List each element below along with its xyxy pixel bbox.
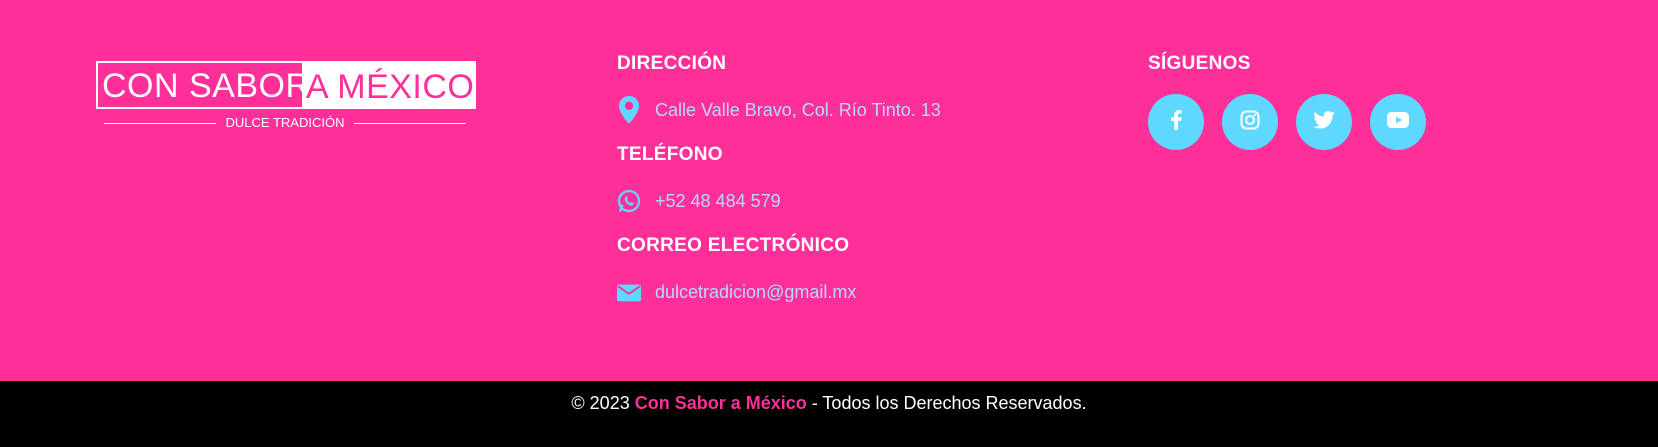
- copyright-prefix: © 2023: [571, 393, 635, 413]
- instagram-button[interactable]: [1222, 94, 1278, 150]
- logo-divider-right: [354, 123, 466, 124]
- phone-row[interactable]: +52 48 484 579: [617, 181, 1097, 221]
- social-links: [1148, 94, 1468, 150]
- footer-bottom-bar: © 2023 Con Sabor a México - Todos los De…: [0, 381, 1658, 447]
- email-row[interactable]: dulcetradicion@gmail.mx: [617, 272, 1097, 312]
- phone-link[interactable]: +52 48 484 579: [655, 190, 781, 212]
- email-heading: CORREO ELECTRÓNICO: [617, 235, 850, 256]
- twitter-icon: [1313, 110, 1335, 134]
- whatsapp-icon: [617, 187, 641, 215]
- youtube-icon: [1387, 111, 1409, 133]
- site-logo[interactable]: CON SABOR A MÉXICO DULCE TRADICIÓN: [96, 61, 478, 135]
- address-heading: DIRECCIÓN: [617, 53, 727, 74]
- copyright-text: © 2023 Con Sabor a México - Todos los De…: [571, 392, 1086, 414]
- phone-heading: TELÉFONO: [617, 144, 723, 165]
- copyright-brand-link[interactable]: Con Sabor a México: [635, 393, 807, 413]
- map-marker-icon: [617, 96, 641, 124]
- logo-word-filled: A MÉXICO: [302, 61, 476, 109]
- copyright-suffix: - Todos los Derechos Reservados.: [806, 393, 1087, 413]
- address-text: Calle Valle Bravo, Col. Río Tinto. 13: [655, 100, 941, 120]
- contact-column: DIRECCIÓN Calle Valle Bravo, Col. Río Ti…: [617, 52, 1097, 312]
- twitter-button[interactable]: [1296, 94, 1352, 150]
- facebook-button[interactable]: [1148, 94, 1204, 150]
- envelope-icon: [617, 278, 641, 306]
- address-row: Calle Valle Bravo, Col. Río Tinto. 13: [617, 90, 1097, 130]
- social-column: SÍGUENOS: [1148, 52, 1468, 150]
- logo-divider-left: [104, 123, 216, 124]
- logo-tagline: DULCE TRADICIÓN: [225, 115, 345, 130]
- footer-main: CON SABOR A MÉXICO DULCE TRADICIÓN DIREC…: [0, 0, 1658, 381]
- instagram-icon: [1240, 110, 1260, 135]
- social-heading: SÍGUENOS: [1148, 53, 1251, 74]
- email-link[interactable]: dulcetradicion@gmail.mx: [655, 281, 856, 303]
- facebook-icon: [1170, 109, 1182, 135]
- logo-word-outline: CON SABOR: [102, 67, 311, 105]
- youtube-button[interactable]: [1370, 94, 1426, 150]
